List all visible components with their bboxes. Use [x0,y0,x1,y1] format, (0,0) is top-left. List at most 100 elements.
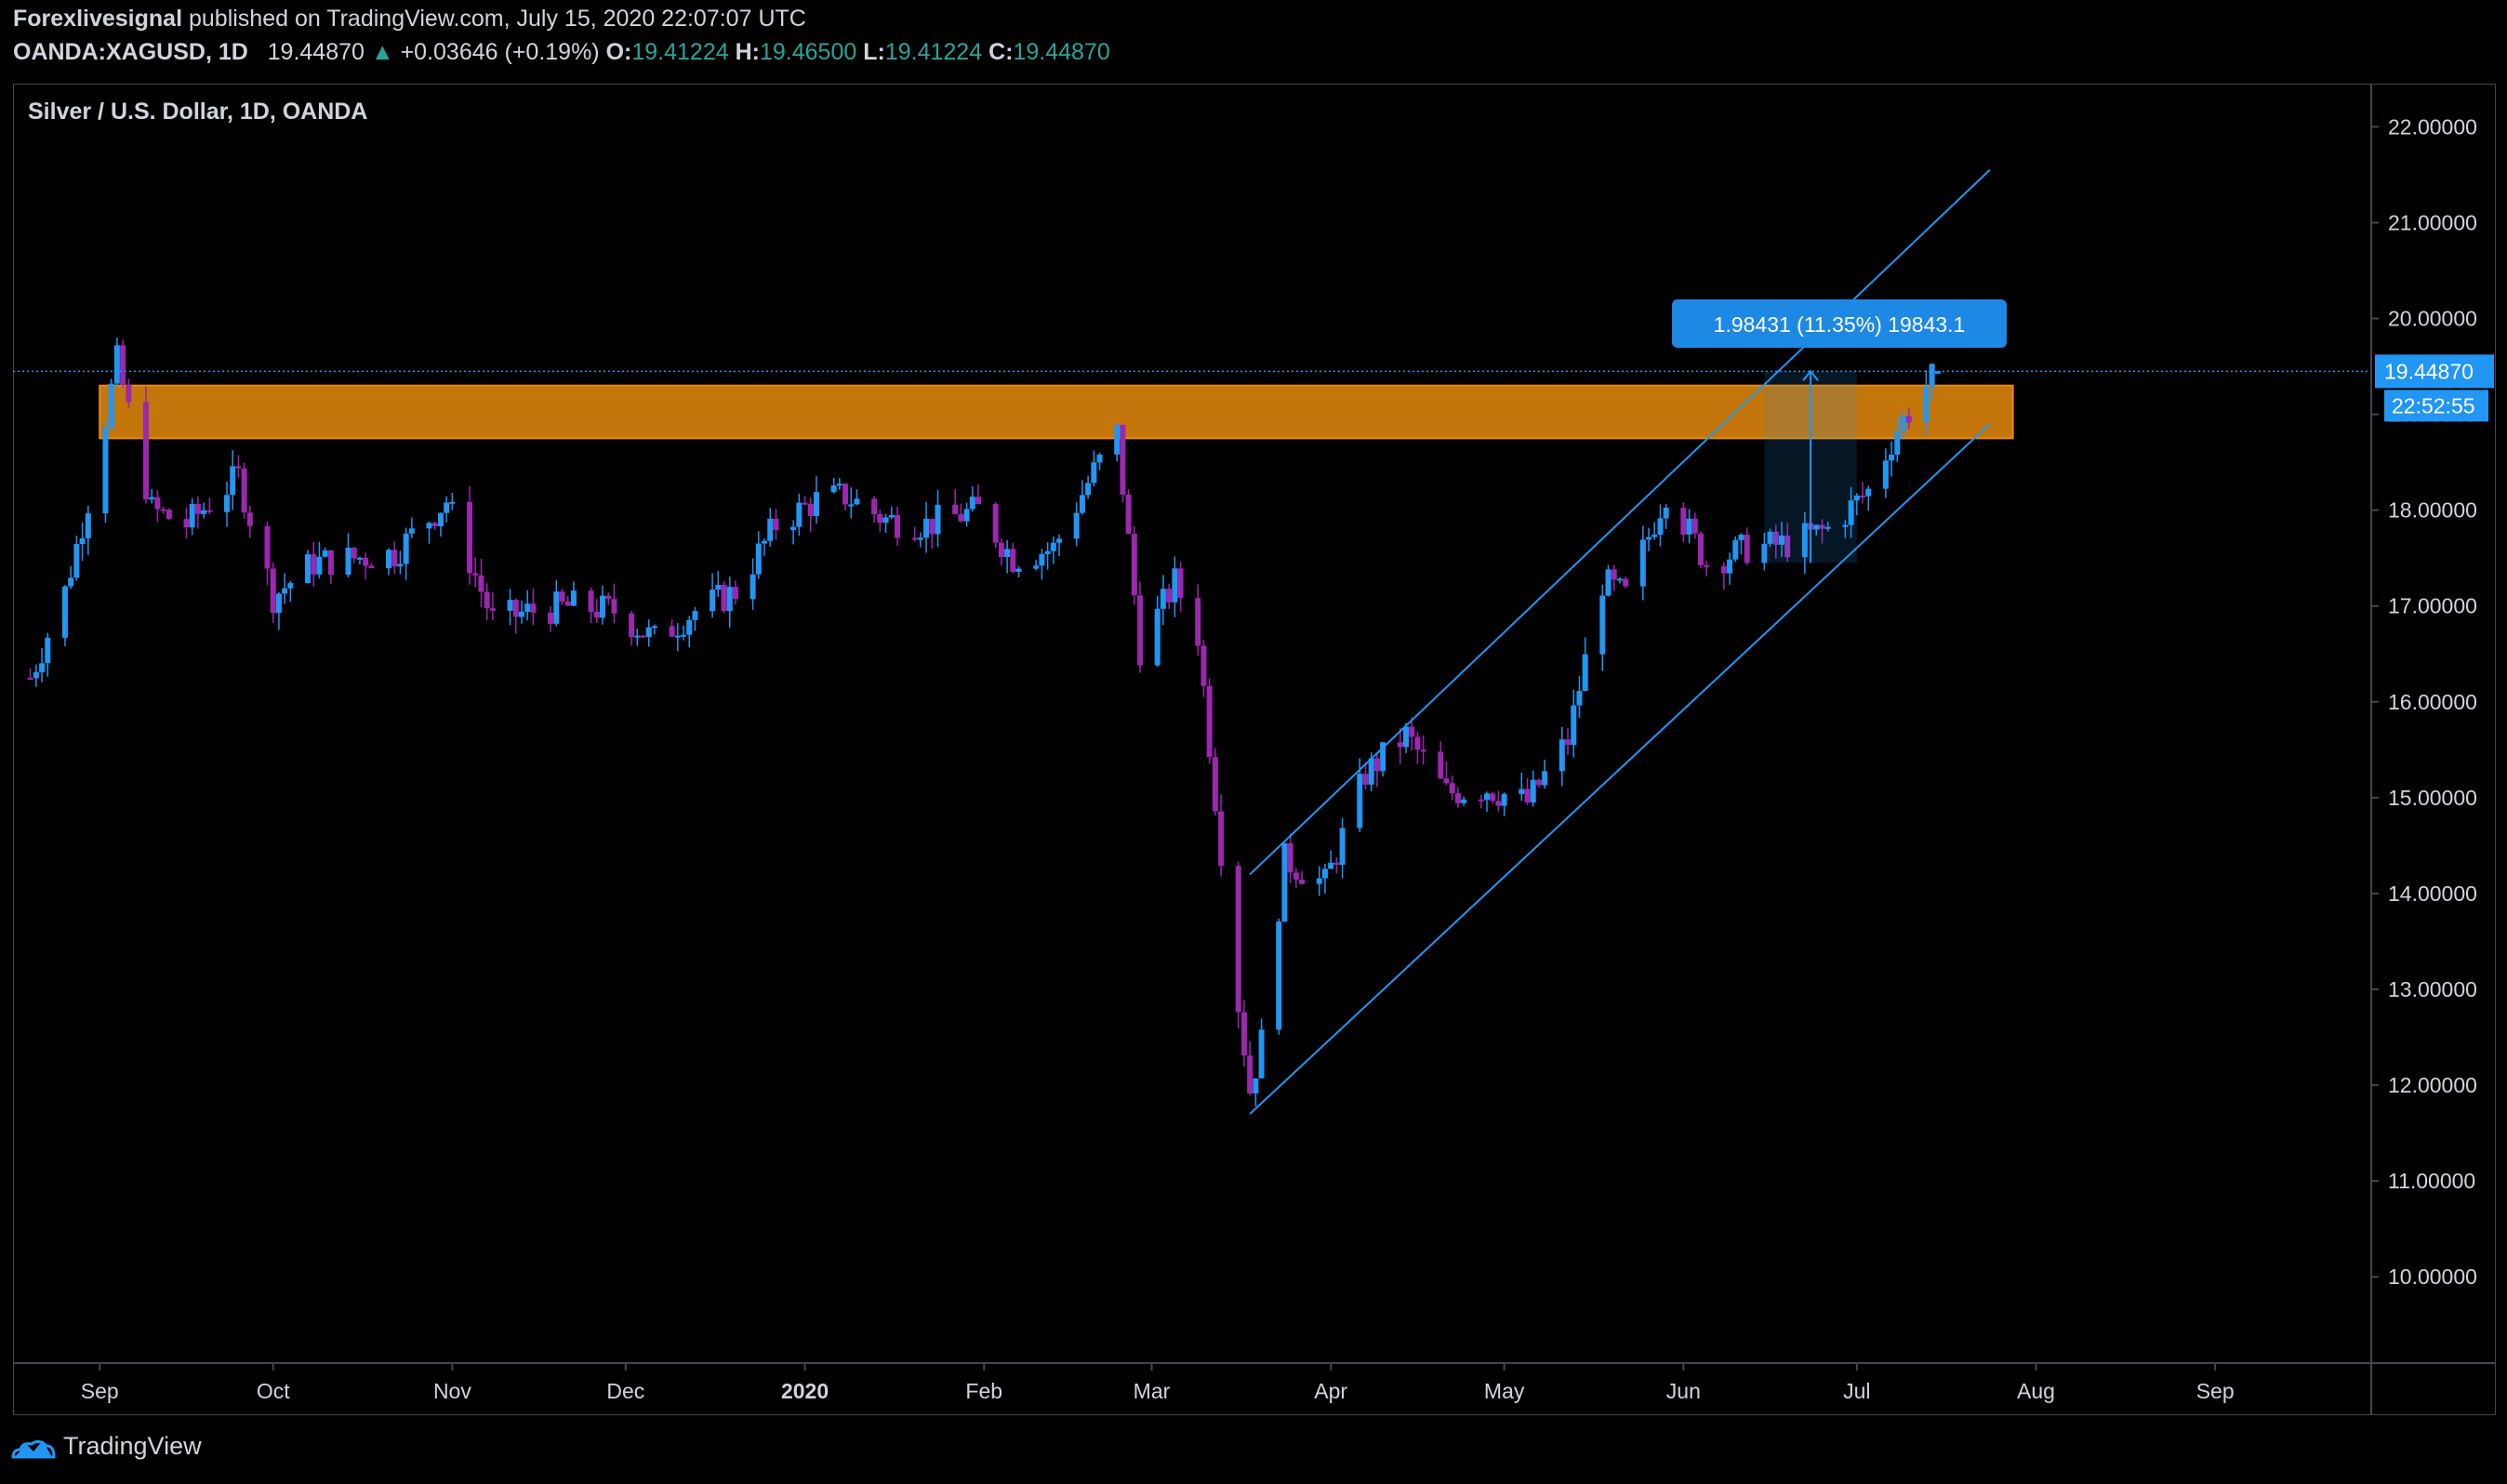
candle-body [1073,512,1080,539]
candle-body [888,514,895,518]
candle-body [1865,488,1872,497]
brand-label: TradingView [63,1432,202,1460]
candle-body [1542,771,1548,786]
candle-body [27,678,33,681]
candle-body [1397,742,1403,748]
y-tick-label: 13.00000 [2388,977,2477,1001]
candle-body [1328,862,1334,869]
candle-body [345,548,352,576]
candle-body [512,600,519,617]
candle-body [1905,416,1912,423]
candle-body [600,595,605,618]
candle-body [564,601,571,606]
candle-body [1357,774,1363,828]
y-tick-label: 12.00000 [2388,1073,2477,1097]
candle-body [611,599,617,614]
candle-body [1501,793,1507,806]
candle-body [923,518,930,538]
candle-body [842,484,849,505]
candle-body [311,554,317,575]
candle-body [681,634,687,637]
candle-body [223,495,230,512]
candle-body [1524,788,1531,802]
candle-body [755,543,762,575]
candle-body [1461,799,1467,803]
candle-body [686,619,693,635]
candle-body [1033,565,1040,569]
price-chart[interactable]: 1.98431 (11.35%) 19843.1 22.00000 21.0000… [0,0,2507,1484]
candle-body [1339,828,1346,866]
candle-body [1287,842,1293,873]
candle-body [1923,386,1930,423]
candle-body [813,492,819,516]
candle-body [1200,645,1207,686]
candle-body [467,501,473,574]
candle-body [1333,862,1340,866]
candle-body [1616,578,1623,581]
candle-body [45,637,51,664]
candle-body [830,485,837,493]
candle-body [1004,549,1011,558]
candle-body [715,585,722,590]
candle-body [1484,793,1490,801]
x-tick-label: 2020 [781,1379,829,1403]
candle-body [206,510,213,512]
candle-body [1420,749,1426,752]
candle-body [1212,757,1218,812]
candle-body [1535,779,1542,786]
candle-body [1114,424,1121,455]
candle-body [1218,811,1225,867]
candle-body [1010,549,1016,573]
candle-body [1738,535,1744,540]
x-tick-label: May [1484,1379,1525,1403]
candle-body [282,588,288,594]
candle-body [929,518,935,535]
candle-body [807,503,814,516]
candle-body [559,591,565,602]
candle-body [1240,1012,1247,1056]
x-tick-label: Jun [1666,1379,1701,1403]
candle-body [593,611,600,618]
candle-body [1605,569,1612,596]
candle-body [1704,564,1710,567]
candle-body [796,502,803,527]
candle-body [368,565,375,569]
candle-body [848,504,855,507]
candle-body [882,517,889,523]
candle-body [629,613,635,638]
candle-body [1299,879,1306,884]
candle-body [264,525,271,569]
candle-body [61,586,68,638]
candle-body [472,573,479,576]
candle-body [1120,424,1126,495]
candle-body [1680,507,1687,535]
candle-body [710,590,716,612]
candle-body [1137,595,1144,666]
y-tick-label: 17.00000 [2388,594,2477,618]
y-tick-label: 21.00000 [2388,210,2477,234]
candle-body [1611,569,1617,580]
y-tick-label: 15.00000 [2388,786,2477,810]
candle-body [426,523,432,529]
candle-body [1091,462,1097,484]
candle-body [201,510,207,514]
candle-body [1639,539,1646,587]
measure-label: 1.98431 (11.35%) 19843.1 [1714,312,1966,337]
tradingview-logo[interactable]: TradingView [9,1432,202,1461]
candle-body [1373,758,1380,772]
candle-body [1720,566,1727,574]
candle-body [507,600,513,611]
x-tick-label: Feb [965,1379,1002,1403]
x-tick-label: Jul [1843,1379,1870,1403]
candle-body [1727,559,1733,574]
candle-body [669,626,675,637]
candle-body [391,550,398,567]
candle-body [1860,495,1866,497]
resistance-zone [99,384,2014,440]
candle-body [1686,518,1692,535]
candle-body [1646,537,1652,540]
candle-body [1409,726,1415,737]
chart-title: Silver / U.S. Dollar, 1D, OANDA [28,99,368,125]
candle-body [1519,788,1525,794]
candle-body [68,577,74,587]
